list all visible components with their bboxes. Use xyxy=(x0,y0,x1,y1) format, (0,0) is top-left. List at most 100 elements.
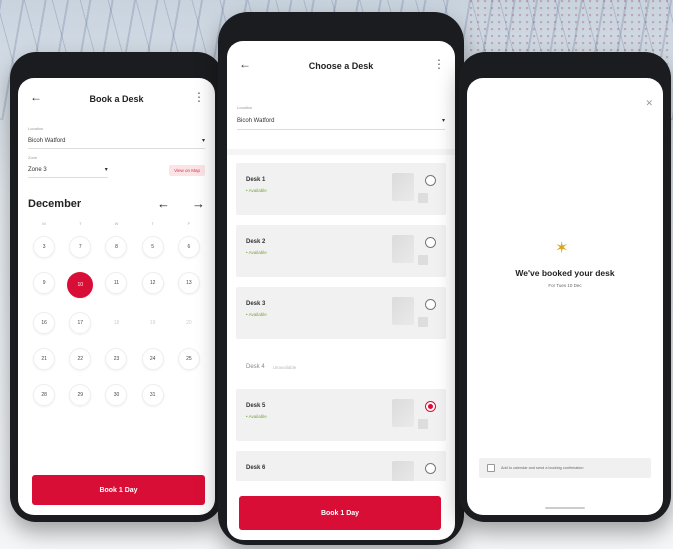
desk-status: • Available xyxy=(246,250,267,255)
calendar-day[interactable]: 28 xyxy=(33,384,56,406)
prev-month-icon[interactable]: ← xyxy=(157,196,170,211)
desk-card[interactable]: Desk 1 • Available xyxy=(236,163,446,215)
confirmation-subtitle: For Tues 10 Dec xyxy=(548,283,582,288)
desk-name: Desk 5 xyxy=(246,403,266,409)
book-button[interactable]: Book 1 Day xyxy=(32,475,205,505)
confirmation-title: We've booked your desk xyxy=(515,268,615,278)
weekday-label: T xyxy=(79,221,82,226)
radio-selected[interactable] xyxy=(425,401,436,412)
more-vertical-icon[interactable]: ⋮ xyxy=(433,57,445,71)
calendar-day[interactable]: 11 xyxy=(105,272,128,294)
view-on-map-button[interactable]: View on Map xyxy=(169,164,205,176)
chair-illustration-icon xyxy=(418,255,428,265)
calendar-day[interactable]: 21 xyxy=(33,348,56,370)
desk-status: • Available xyxy=(246,312,267,317)
desk-illustration-icon xyxy=(392,235,414,263)
party-popper-icon: ✶ xyxy=(555,240,569,257)
calendar-day[interactable]: 25 xyxy=(177,348,200,370)
calendar-day[interactable]: 8 xyxy=(105,236,128,258)
desk-name: Desk 4 xyxy=(246,364,265,370)
building-value: Bicoh Watford xyxy=(237,117,275,124)
desk-card[interactable]: Desk 3 • Available xyxy=(236,287,446,339)
calendar-day[interactable]: 3 xyxy=(33,236,56,258)
desk-illustration-icon xyxy=(392,173,414,201)
calendar-grid: 3 7 8 5 6 9 10 11 12 13 16 17 18 19 20 21 22 23 24 25 28 29 30… xyxy=(26,236,207,406)
calendar-day[interactable]: 23 xyxy=(105,348,128,370)
desk-illustration-icon xyxy=(392,399,414,427)
home-indicator xyxy=(545,507,585,509)
desk-name: Desk 1 xyxy=(246,177,266,183)
zone-label: Zone xyxy=(28,155,38,160)
radio-button[interactable] xyxy=(425,463,436,474)
dropdown-caret-icon: ▾ xyxy=(441,118,445,124)
desk-illustration-icon xyxy=(392,297,414,325)
dropdown-caret-icon: ▾ xyxy=(201,138,205,144)
calendar-day: 18 xyxy=(113,320,120,326)
zone-value: Zone 3 xyxy=(28,166,47,173)
calendar-day[interactable]: 5 xyxy=(141,236,164,258)
desk-name: Desk 2 xyxy=(246,239,266,245)
desk-status: Unavailable xyxy=(272,364,297,370)
desk-name: Desk 3 xyxy=(246,301,266,307)
calendar-day[interactable]: 9 xyxy=(33,272,56,294)
calendar-option-label: Add to calendar and send a booking confi… xyxy=(501,466,584,470)
close-icon[interactable]: ✕ xyxy=(645,98,653,109)
building-value: Bicoh Watford xyxy=(28,137,66,144)
calendar-day: 19 xyxy=(149,320,156,326)
chair-illustration-icon xyxy=(418,193,428,203)
calendar-option[interactable]: Add to calendar and send a booking confi… xyxy=(479,458,651,478)
phone-book-a-desk: ← Book a Desk ⋮ Location Bicoh Watford ▾… xyxy=(10,52,223,522)
back-arrow-icon[interactable]: ← xyxy=(239,57,251,71)
book-button[interactable]: Book 1 Day xyxy=(239,496,441,530)
calendar-day[interactable]: 24 xyxy=(141,348,164,370)
phone-confirmation: ✕ ✶ We've booked your desk For Tues 10 D… xyxy=(459,52,671,522)
desk-card[interactable]: Desk 5 • Available xyxy=(236,389,446,441)
calendar-day[interactable]: 16 xyxy=(33,312,56,334)
calendar-day[interactable]: 22 xyxy=(69,348,92,370)
zone-row: Zone 3 ▾ View on Map xyxy=(28,162,205,178)
calendar-day[interactable]: 7 xyxy=(69,236,92,258)
calendar-day-selected[interactable]: 10 xyxy=(67,272,94,298)
checkbox[interactable] xyxy=(487,464,495,472)
desk-illustration-icon xyxy=(392,461,414,481)
desk-row-unavailable: Desk 4 Unavailable xyxy=(236,349,446,379)
desk-card[interactable]: Desk 2 • Available xyxy=(236,225,446,277)
desk-status: • Available xyxy=(246,414,267,419)
building-select[interactable]: Bicoh Watford ▾ xyxy=(28,133,205,149)
weekday-row: MTWTF xyxy=(26,221,207,226)
building-select[interactable]: Bicoh Watford ▾ xyxy=(237,112,445,130)
chair-illustration-icon xyxy=(418,419,428,429)
month-label: December xyxy=(28,197,82,210)
calendar-day[interactable]: 17 xyxy=(69,312,92,334)
desk-card[interactable]: Desk 6 xyxy=(236,451,446,481)
building-label: Location xyxy=(237,105,253,110)
desk-list: Desk 1 • Available Desk 2 • Available Desk 3… xyxy=(236,163,446,481)
calendar-day: 20 xyxy=(186,320,192,326)
calendar-day[interactable]: 31 xyxy=(141,384,164,406)
calendar-day[interactable]: 13 xyxy=(177,272,200,294)
building-label: Location xyxy=(28,126,44,131)
more-vertical-icon[interactable]: ⋮ xyxy=(193,90,205,104)
screen-book-a-desk: ← Book a Desk ⋮ Location Bicoh Watford ▾… xyxy=(18,78,215,515)
radio-button[interactable] xyxy=(425,175,436,186)
zone-select[interactable]: Zone 3 ▾ xyxy=(28,162,108,178)
calendar-header: December ← → xyxy=(28,196,205,211)
page-title: Choose a Desk xyxy=(308,61,374,71)
calendar-day[interactable]: 29 xyxy=(69,384,92,406)
back-arrow-icon[interactable]: ← xyxy=(30,90,42,104)
next-month-icon[interactable]: → xyxy=(192,196,205,211)
chair-illustration-icon xyxy=(418,317,428,327)
app-bar: ← Book a Desk ⋮ xyxy=(18,78,215,120)
weekday-label: T xyxy=(151,221,154,226)
page-title: Book a Desk xyxy=(89,94,144,104)
calendar-day[interactable]: 12 xyxy=(141,272,164,294)
desk-name: Desk 6 xyxy=(246,465,266,471)
radio-button[interactable] xyxy=(425,299,436,310)
calendar-day[interactable]: 6 xyxy=(177,236,200,258)
weekday-label: M xyxy=(42,221,46,226)
phone-choose-a-desk: ← Choose a Desk ⋮ Location Bicoh Watford… xyxy=(218,12,465,545)
calendar-day[interactable]: 30 xyxy=(105,384,128,406)
weekday-label: W xyxy=(114,221,119,226)
screen-confirmation: ✕ ✶ We've booked your desk For Tues 10 D… xyxy=(467,78,663,515)
radio-button[interactable] xyxy=(425,237,436,248)
